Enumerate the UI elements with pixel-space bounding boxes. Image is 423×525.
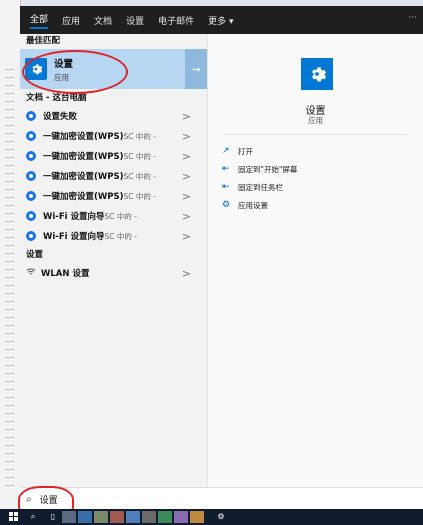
list-item-label: WLAN 设置 (41, 269, 90, 279)
list-item-label: 一键加密设置(WPS) (43, 132, 124, 142)
expand-arrow-icon[interactable]: → (185, 49, 207, 89)
list-item[interactable]: Wi-Fi 设置向导SC 中的 - > (20, 226, 207, 246)
app-settings-action[interactable]: ⚙ 应用设置 (222, 196, 297, 214)
search-filter-tabs: 全部 应用 文档 设置 电子邮件 更多 ▾ ··· (20, 6, 423, 34)
wifi-icon (26, 267, 36, 279)
result-detail-pane: 设置 应用 ↗ 打开 ⇤ 固定到"开始"屏幕 ⇤ 固定到任务栏 ⚙ 应用设置 (207, 34, 423, 509)
chevron-right-icon[interactable]: > (182, 110, 191, 123)
windows-start-icon[interactable] (6, 512, 20, 522)
list-item-suffix: SC 中的 - (123, 152, 156, 161)
best-match-subtitle: 应用 (54, 72, 69, 82)
taskbar-app-icon[interactable] (190, 511, 204, 523)
divider (224, 134, 407, 135)
more-options-icon[interactable]: ··· (408, 13, 417, 23)
tab-more[interactable]: 更多 ▾ (208, 14, 233, 27)
list-item-wlan-settings[interactable]: WLAN 设置 > (20, 263, 207, 283)
taskbar: ⌕ ▯ ⚙ (0, 509, 423, 525)
taskbar-app-icon[interactable] (174, 511, 188, 523)
taskbar-app-icon[interactable] (126, 511, 140, 523)
background-ruler (5, 62, 14, 492)
chevron-right-icon[interactable]: > (182, 190, 191, 203)
list-item[interactable]: 一键加密设置(WPS)SC 中的 - > (20, 126, 207, 146)
list-item-label: Wi-Fi 设置向导 (43, 212, 105, 222)
pin-to-start-action[interactable]: ⇤ 固定到"开始"屏幕 (222, 160, 297, 178)
list-item[interactable]: 一键加密设置(WPS)SC 中的 - > (20, 146, 207, 166)
tab-all[interactable]: 全部 (30, 12, 49, 29)
edge-document-icon (26, 111, 36, 121)
search-input[interactable] (37, 493, 342, 505)
chevron-right-icon[interactable]: > (182, 267, 191, 280)
gear-icon: ⚙ (222, 200, 231, 210)
taskbar-app-icon[interactable] (110, 511, 124, 523)
list-item-suffix: SC 中的 - (123, 192, 156, 201)
pin-icon: ⇤ (222, 164, 230, 174)
search-icon: ⌕ (26, 493, 32, 505)
edge-document-icon (26, 131, 36, 141)
task-view-icon[interactable]: ▯ (46, 512, 60, 522)
action-label: 打开 (238, 146, 253, 156)
action-label: 应用设置 (238, 200, 268, 210)
results-list: 最佳匹配 设置 应用 → 文档 - 这台电脑 设置失败 > 一键加密设置(WPS… (20, 34, 207, 509)
chevron-right-icon[interactable]: > (182, 130, 191, 143)
edge-document-icon (26, 171, 36, 181)
list-item-suffix: SC 中的 - (123, 172, 156, 181)
list-item-label: Wi-Fi 设置向导 (43, 232, 105, 242)
tab-email[interactable]: 电子邮件 (158, 14, 194, 27)
background-app-strip (0, 0, 21, 525)
list-item-label: 一键加密设置(WPS) (43, 172, 124, 182)
chevron-right-icon[interactable]: > (182, 230, 191, 243)
settings-gear-icon (25, 58, 47, 80)
list-item-suffix: SC 中的 - (104, 232, 137, 241)
list-item[interactable]: Wi-Fi 设置向导SC 中的 - > (20, 206, 207, 226)
detail-subtitle: 应用 (308, 116, 323, 125)
list-item[interactable]: 设置失败 > (20, 106, 207, 126)
taskbar-app-icon[interactable] (94, 511, 108, 523)
list-item[interactable]: 一键加密设置(WPS)SC 中的 - > (20, 186, 207, 206)
tab-settings[interactable]: 设置 (126, 14, 144, 27)
best-match-title: 设置 (54, 58, 74, 70)
best-match-result[interactable]: 设置 应用 → (20, 49, 207, 89)
list-item-label: 一键加密设置(WPS) (43, 152, 124, 162)
start-menu-search-panel: 全部 应用 文档 设置 电子邮件 更多 ▾ ··· 最佳匹配 设置 应用 → 文… (20, 6, 423, 509)
section-settings: 设置 (26, 250, 44, 260)
edge-document-icon (26, 151, 36, 161)
search-icon[interactable]: ⌕ (26, 512, 40, 522)
list-item-label: 设置失败 (43, 112, 78, 122)
taskbar-app-icon[interactable] (78, 511, 92, 523)
list-item-suffix: SC 中的 - (123, 132, 156, 141)
taskbar-app-icon[interactable] (158, 511, 172, 523)
search-box: ⌕ (20, 487, 423, 510)
edge-document-icon (26, 231, 36, 241)
taskbar-app-icon[interactable] (142, 511, 156, 523)
list-item-suffix: SC 中的 - (104, 212, 137, 221)
tab-apps[interactable]: 应用 (62, 14, 80, 27)
list-item-label: 一键加密设置(WPS) (43, 192, 124, 202)
edge-document-icon (26, 191, 36, 201)
taskbar-app-icon[interactable] (62, 511, 76, 523)
tab-documents[interactable]: 文档 (94, 14, 112, 27)
open-action[interactable]: ↗ 打开 (222, 142, 297, 160)
detail-actions: ↗ 打开 ⇤ 固定到"开始"屏幕 ⇤ 固定到任务栏 ⚙ 应用设置 (222, 142, 297, 214)
action-label: 固定到"开始"屏幕 (238, 164, 298, 174)
edge-document-icon (26, 211, 36, 221)
section-best-match: 最佳匹配 (26, 36, 61, 46)
chevron-right-icon[interactable]: > (182, 150, 191, 163)
open-icon: ↗ (222, 146, 230, 156)
list-item[interactable]: 一键加密设置(WPS)SC 中的 - > (20, 166, 207, 186)
chevron-right-icon[interactable]: > (182, 170, 191, 183)
section-documents: 文档 - 这台电脑 (26, 93, 87, 103)
pin-to-taskbar-action[interactable]: ⇤ 固定到任务栏 (222, 178, 297, 196)
chevron-right-icon[interactable]: > (182, 210, 191, 223)
action-label: 固定到任务栏 (238, 182, 283, 192)
settings-gear-icon (301, 58, 333, 90)
pin-taskbar-icon: ⇤ (222, 182, 230, 192)
settings-gear-icon[interactable]: ⚙ (214, 512, 228, 522)
